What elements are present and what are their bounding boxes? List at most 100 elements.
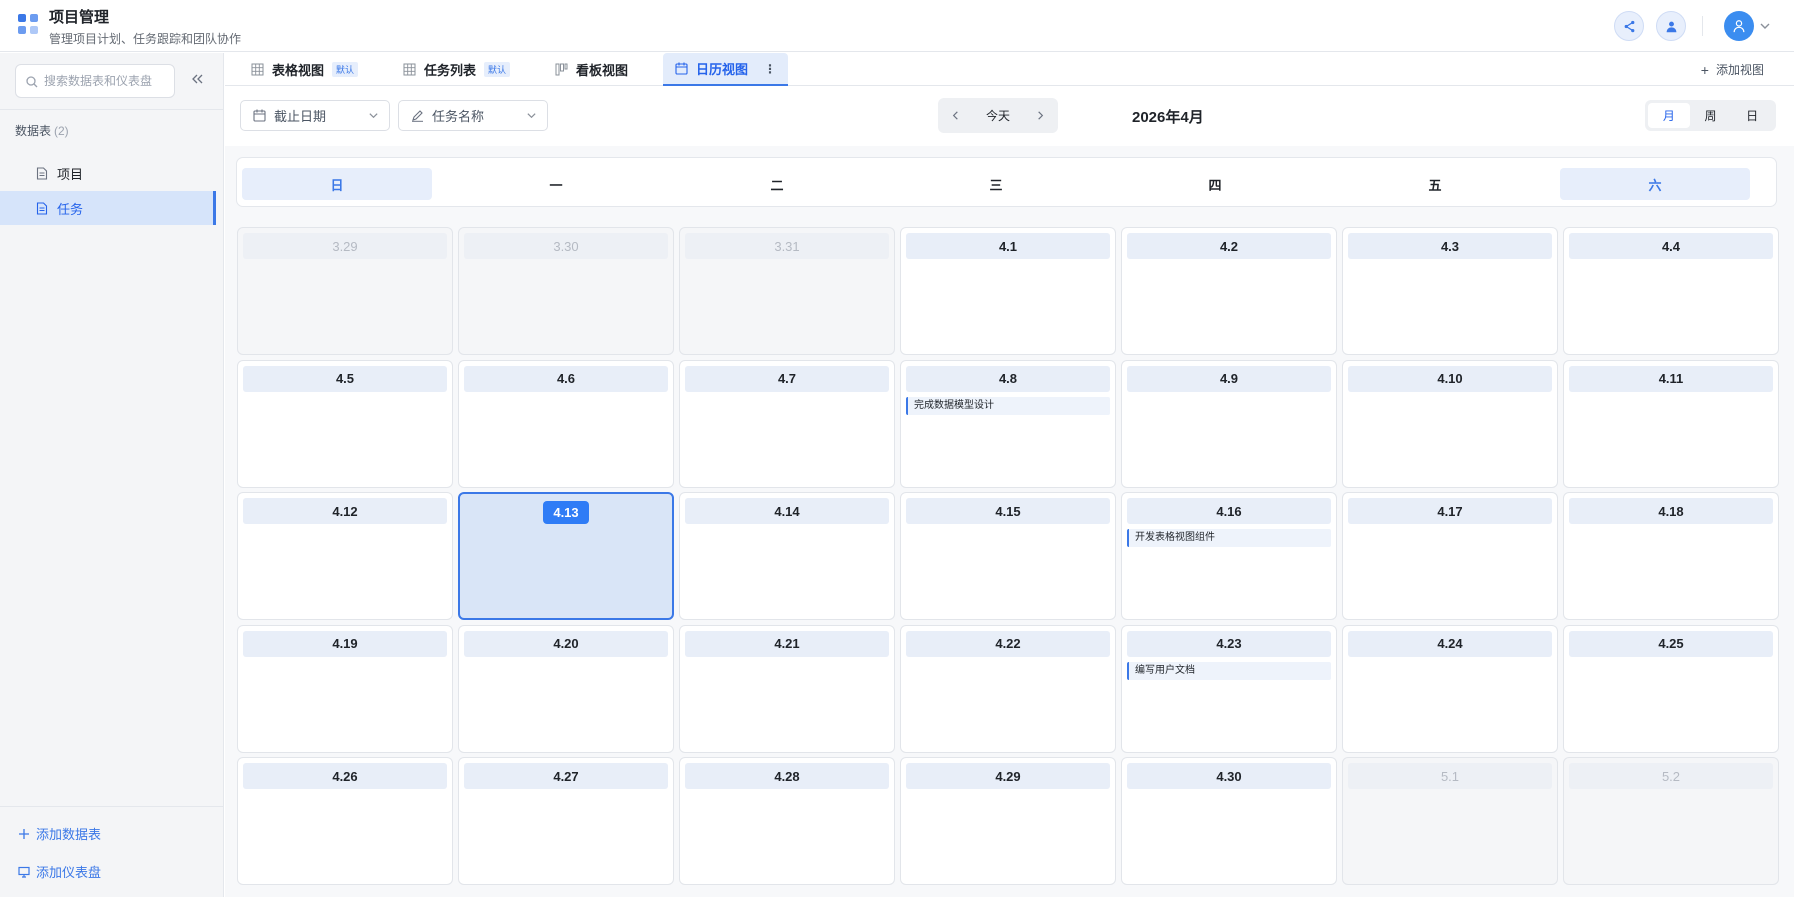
more-options-icon[interactable]: ⋮ [764, 62, 776, 76]
chevron-down-icon [369, 113, 378, 119]
sidebar-item-label: 任务 [57, 201, 84, 217]
title-field-value: 任务名称 [432, 109, 485, 124]
calendar-day[interactable]: 4.15 [900, 492, 1116, 620]
member-button[interactable] [1656, 11, 1686, 41]
day-number: 4.23 [1127, 630, 1331, 657]
calendar-day[interactable]: 4.18 [1563, 492, 1779, 620]
calendar-day[interactable]: 5.2 [1563, 757, 1779, 885]
calendar-day[interactable]: 4.11 [1563, 359, 1779, 488]
calendar-day[interactable]: 4.3 [1342, 227, 1558, 355]
date-navigator: 今天 [938, 98, 1058, 133]
tab-table-view[interactable]: 表格视图 默认 [251, 53, 359, 86]
calendar-day[interactable]: 4.4 [1563, 227, 1779, 355]
day-number: 3.31 [685, 233, 889, 259]
day-number: 4.28 [685, 763, 889, 789]
chevron-right-icon[interactable] [1035, 110, 1046, 121]
calendar-day[interactable]: 4.1 [900, 227, 1116, 355]
day-number: 4.3 [1348, 233, 1552, 259]
day-number: 4.21 [685, 630, 889, 657]
day-number: 4.11 [1569, 365, 1773, 392]
calendar-day[interactable]: 4.19 [237, 624, 453, 753]
event-card[interactable]: 开发表格视图组件 [1127, 529, 1331, 547]
add-table-link[interactable]: 添加数据表 [18, 824, 101, 843]
day-number: 4.30 [1127, 763, 1331, 789]
weekday-label: 二 [770, 177, 784, 193]
calendar-day[interactable]: 4.29 [900, 757, 1116, 885]
sidebar-item-project[interactable]: 项目 [0, 156, 216, 190]
calendar-day[interactable]: 4.24 [1342, 624, 1558, 753]
calendar-day[interactable]: 4.16 开发表格视图组件 [1121, 492, 1337, 620]
share-icon [1624, 20, 1634, 32]
calendar-day[interactable]: 4.5 [237, 359, 453, 488]
mode-month-button[interactable]: 月 [1648, 103, 1690, 128]
date-field-select[interactable]: 截止日期 [240, 100, 390, 131]
calendar-day-today[interactable]: 4.13 [458, 492, 674, 620]
table-icon [403, 63, 416, 76]
calendar-day[interactable]: 3.30 [458, 227, 674, 355]
calendar-day[interactable]: 4.22 [900, 624, 1116, 753]
tab-label: 日历视图 [696, 62, 749, 77]
tab-label: 看板视图 [576, 63, 629, 78]
calendar-day[interactable]: 3.29 [237, 227, 453, 355]
title-field-select[interactable]: 任务名称 [398, 100, 548, 131]
chevron-down-icon[interactable] [1759, 20, 1771, 32]
calendar-day[interactable]: 4.21 [679, 624, 895, 753]
calendar-day[interactable]: 4.23 编写用户文档 [1121, 624, 1337, 753]
tab-kanban-view[interactable]: 看板视图 [555, 53, 628, 86]
today-button[interactable]: 今天 [986, 107, 1010, 124]
sidebar-search[interactable] [15, 64, 175, 98]
weekday-label: 六 [1560, 168, 1750, 200]
mode-week-button[interactable]: 周 [1690, 103, 1732, 128]
view-mode-switch: 月 周 日 [1645, 100, 1776, 131]
calendar-day[interactable]: 4.6 [458, 359, 674, 488]
calendar-day[interactable]: 4.28 [679, 757, 895, 885]
add-view-button[interactable]: + 添加视图 [1701, 53, 1764, 86]
calendar-day[interactable]: 4.7 [679, 359, 895, 488]
avatar[interactable] [1724, 11, 1754, 41]
tab-calendar-view[interactable]: 日历视图 ⋮ [663, 53, 789, 86]
calendar-day[interactable]: 4.14 [679, 492, 895, 620]
calendar-day[interactable]: 4.30 [1121, 757, 1337, 885]
chevron-left-icon[interactable] [950, 110, 961, 121]
calendar-day[interactable]: 4.10 [1342, 359, 1558, 488]
day-number: 4.20 [464, 630, 668, 657]
day-number: 4.1 [906, 233, 1110, 259]
calendar-day[interactable]: 5.1 [1342, 757, 1558, 885]
add-table-label: 添加数据表 [36, 827, 102, 842]
sidebar-item-task[interactable]: 任务 [0, 191, 216, 225]
view-tabs: 表格视图 默认 任务列表 默认 看板视图 日历视图 ⋮ + 添加视图 [225, 53, 1794, 86]
day-number: 4.19 [243, 630, 447, 657]
event-card[interactable]: 完成数据模型设计 [906, 396, 1110, 415]
calendar-day[interactable]: 4.2 [1121, 227, 1337, 355]
share-button[interactable] [1614, 11, 1644, 41]
search-input[interactable] [44, 65, 172, 97]
collapse-sidebar-icon[interactable] [189, 71, 205, 87]
calendar-day[interactable]: 4.26 [237, 757, 453, 885]
day-number: 3.30 [464, 233, 668, 259]
calendar-day[interactable]: 3.31 [679, 227, 895, 355]
tab-task-list[interactable]: 任务列表 默认 [403, 53, 511, 86]
day-number: 4.7 [685, 365, 889, 392]
weekday-header: 日一二三四五六 [236, 157, 1777, 207]
day-number: 4.24 [1348, 630, 1552, 657]
day-number: 4.12 [243, 498, 447, 524]
weekday-label: 三 [989, 177, 1003, 193]
add-dashboard-label: 添加仪表盘 [36, 865, 102, 880]
calendar-day[interactable]: 4.17 [1342, 492, 1558, 620]
mode-day-button[interactable]: 日 [1731, 103, 1773, 128]
calendar-day[interactable]: 4.8 完成数据模型设计 [900, 359, 1116, 488]
calendar-day[interactable]: 4.27 [458, 757, 674, 885]
calendar-icon [675, 62, 688, 75]
calendar-day[interactable]: 4.12 [237, 492, 453, 620]
calendar-day[interactable]: 4.9 [1121, 359, 1337, 488]
calendar-day[interactable]: 4.25 [1563, 624, 1779, 753]
app-logo-icon [18, 14, 38, 36]
divider [0, 806, 224, 807]
app-title: 项目管理 [49, 9, 110, 26]
add-dashboard-link[interactable]: 添加仪表盘 [18, 862, 101, 881]
day-number: 4.14 [685, 498, 889, 524]
event-card[interactable]: 编写用户文档 [1127, 661, 1331, 680]
calendar-day[interactable]: 4.20 [458, 624, 674, 753]
document-icon [36, 201, 48, 215]
top-bar: 项目管理 管理项目计划、任务跟踪和团队协作 [0, 0, 1794, 52]
